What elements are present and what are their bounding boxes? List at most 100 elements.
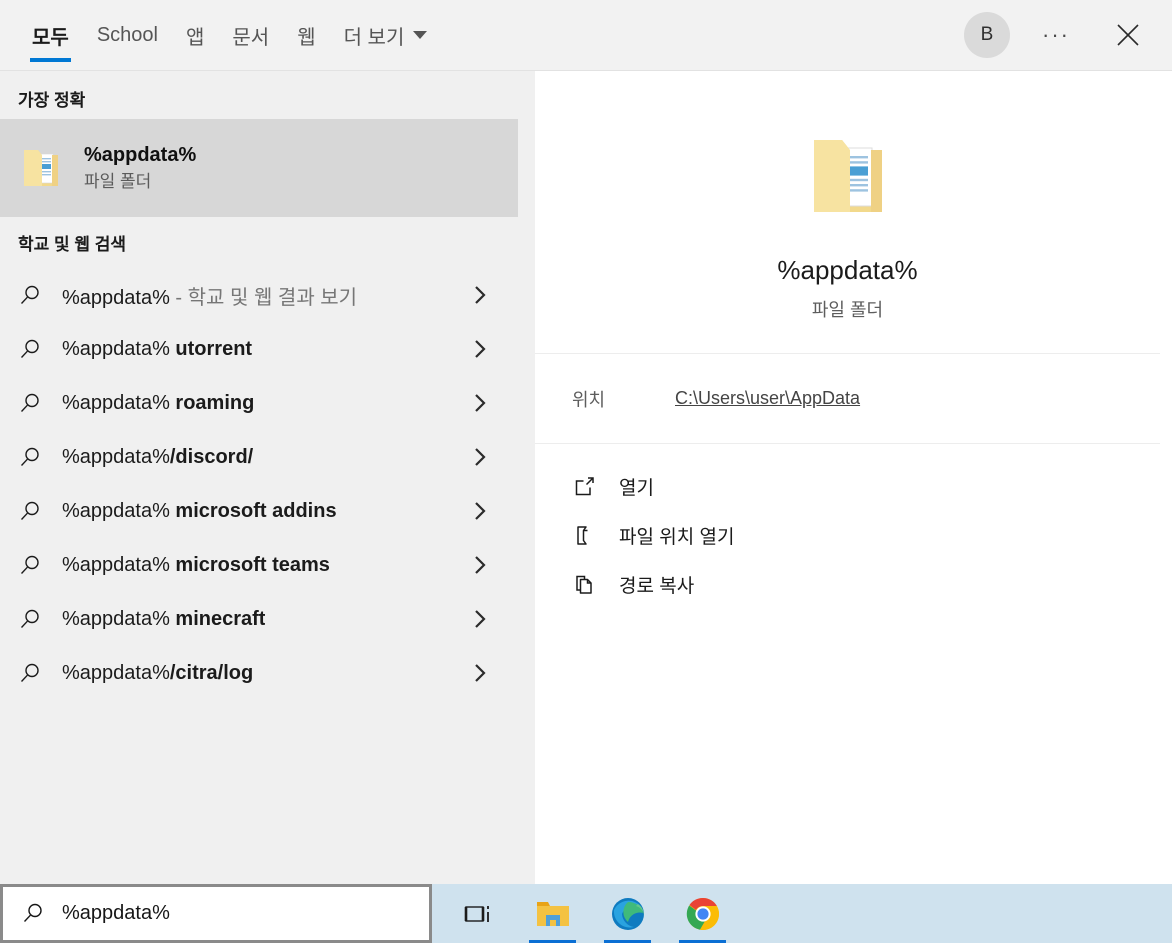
search-icon [18,553,50,578]
chevron-down-icon [413,31,428,39]
taskbar-item-file-explorer[interactable] [515,884,590,943]
search-icon [18,445,50,470]
tab-more[interactable]: 더 보기 [330,0,442,70]
task-view-icon [464,905,489,922]
suggestion-suffix: /discord/ [169,445,254,468]
suggestion-label: %appdata% microsoft teams [62,554,330,577]
detail-hero: %appdata% 파일 폴더 [535,92,1160,354]
chevron-right-icon[interactable] [472,662,488,684]
close-icon [1117,24,1139,46]
search-icon [18,607,50,632]
action-open-label: 열기 [619,478,654,499]
chevron-right-icon[interactable] [472,446,488,468]
taskbar: %appdata% [0,884,1172,943]
taskbar-items [440,884,740,943]
file-explorer-icon [536,901,569,926]
search-icon [18,337,50,362]
suggestion-label: %appdata%/citra/log [62,662,253,685]
action-copy-path[interactable]: 경로 복사 [535,560,1160,609]
action-open[interactable]: 열기 [535,462,1160,511]
chevron-right-icon[interactable] [472,554,488,576]
suggestion-prefix: %appdata% [62,661,170,684]
action-open-file-location[interactable]: 파일 위치 열기 [535,511,1160,560]
detail-name: %appdata% [777,255,918,285]
suggestion-prefix: %appdata% [62,445,170,468]
suggestion-suffix: utorrent [169,337,253,360]
chevron-right-icon[interactable] [472,284,488,306]
tab-more-label: 더 보기 [343,26,405,49]
suggestion-row[interactable]: %appdata% microsoft addins [0,484,518,538]
avatar-initial: B [980,24,994,45]
suggestion-prefix: %appdata% [62,553,170,576]
chevron-right-icon[interactable] [472,338,488,360]
suggestion-label: %appdata%/discord/ [62,446,253,469]
tab-bar: 모두 School 앱 문서 웹 더 보기 [0,0,441,70]
suggestion-suffix: roaming [169,391,255,414]
taskbar-item-edge[interactable] [590,884,665,943]
tab-documents[interactable]: 문서 [218,0,283,70]
chrome-icon [686,897,719,930]
open-folder-location-icon [572,523,606,548]
suggestion-label: %appdata% - 학교 및 웹 결과 보기 [62,281,357,310]
suggestion-label: %appdata% microsoft addins [62,500,337,523]
tab-all-label: 모두 [32,26,69,49]
tab-web[interactable]: 웹 [283,0,329,70]
chevron-right-icon[interactable] [472,608,488,630]
avatar[interactable]: B [964,12,1010,58]
suggestion-prefix: %appdata% [62,607,170,630]
suggestion-label: %appdata% utorrent [62,338,252,361]
panel-right-gap [1160,0,1172,884]
header-actions: B ··· [964,0,1172,70]
best-match-subtitle: 파일 폴더 [84,171,152,191]
detail-actions: 열기 파일 위치 열기 경로 복사 [535,444,1160,609]
taskbar-search-box[interactable]: %appdata% [0,884,432,943]
edge-icon [611,897,644,930]
tab-all[interactable]: 모두 [18,0,83,70]
suggestion-row[interactable]: %appdata%/discord/ [0,430,518,484]
chevron-right-icon[interactable] [472,392,488,414]
tab-apps[interactable]: 앱 [172,0,218,70]
tab-school[interactable]: School [83,0,172,70]
detail-location-row: 위치 C:\Users\user\AppData [535,354,1160,444]
search-input[interactable]: %appdata% [62,902,170,925]
suggestion-prefix: %appdata% [62,391,170,414]
open-external-icon [572,474,606,499]
action-copy-path-label: 경로 복사 [619,576,695,597]
search-icon [18,661,50,686]
suggestion-row[interactable]: %appdata% microsoft teams [0,538,518,592]
ellipsis-icon: ··· [1042,22,1070,47]
search-flyout: 모두 School 앱 문서 웹 더 보기 B ··· 가장 정확 %appda… [0,0,1172,943]
best-match-text: %appdata% 파일 폴더 [84,142,196,195]
best-match-row[interactable]: %appdata% 파일 폴더 [0,119,518,217]
suggestion-list: %appdata% - 학교 및 웹 결과 보기 %appdata% utorre… [0,268,518,700]
tab-web-label: 웹 [297,26,316,49]
suggestion-prefix: %appdata% [62,337,170,360]
suggestion-prefix: %appdata% [62,499,170,522]
suggestion-row[interactable]: %appdata% minecraft [0,592,518,646]
chevron-right-icon[interactable] [472,500,488,522]
detail-type: 파일 폴더 [811,300,884,320]
taskbar-item-task-view[interactable] [440,884,515,943]
suggestion-row[interactable]: %appdata% utorrent [0,322,518,376]
suggestion-row[interactable]: %appdata%/citra/log [0,646,518,700]
suggestion-row[interactable]: %appdata% roaming [0,376,518,430]
close-button[interactable] [1100,7,1156,63]
suggestion-prefix: %appdata% [62,286,170,309]
location-value[interactable]: C:\Users\user\AppData [675,388,860,409]
suggestion-label: %appdata% roaming [62,392,254,415]
taskbar-item-chrome[interactable] [665,884,740,943]
suggestion-suffix: /citra/log [169,661,254,684]
folder-icon [14,142,68,194]
tab-school-label: School [96,23,158,46]
suggestion-label: %appdata% minecraft [62,608,265,631]
suggestion-row[interactable]: %appdata% - 학교 및 웹 결과 보기 [0,268,518,322]
search-header: 모두 School 앱 문서 웹 더 보기 B ··· [0,0,1172,71]
suggestion-suffix: microsoft addins [169,499,337,522]
suggestion-suffix: - 학교 및 웹 결과 보기 [169,286,358,309]
tab-documents-label: 문서 [232,26,270,49]
search-icon [18,391,50,416]
search-icon [18,283,50,308]
suggestion-suffix: minecraft [169,607,266,630]
more-options-button[interactable]: ··· [1034,13,1078,57]
tab-apps-label: 앱 [185,26,205,49]
